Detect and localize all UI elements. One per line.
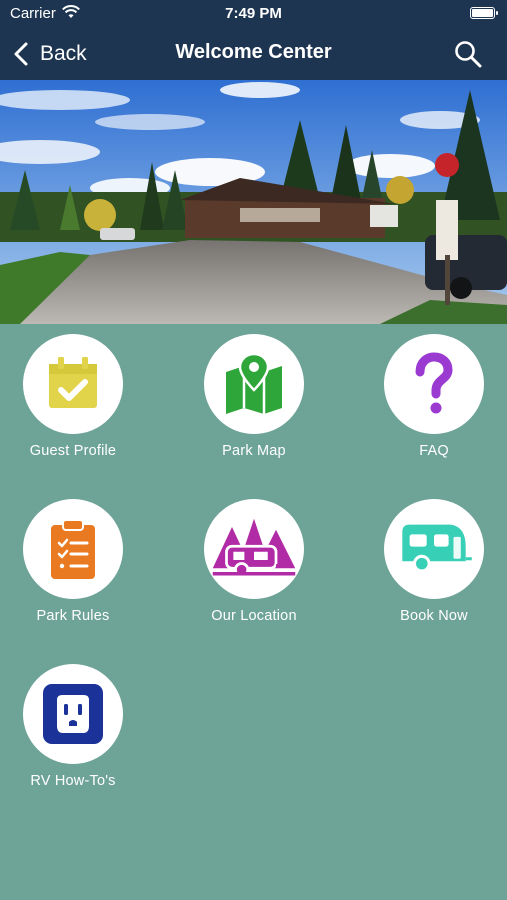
guest-profile-tile[interactable]: Guest Profile <box>0 334 153 459</box>
calendar-check-icon <box>49 357 97 408</box>
guest-profile-icon-circle <box>23 334 123 434</box>
book-now-icon-circle <box>384 499 484 599</box>
rv-how-tos-tile[interactable]: RV How-To's <box>0 664 153 789</box>
park-map-icon-circle <box>204 334 304 434</box>
our-location-label: Our Location <box>211 608 297 624</box>
battery-icon <box>470 7 498 19</box>
our-location-icon-circle <box>204 499 304 599</box>
park-map-tile[interactable]: Park Map <box>174 334 334 459</box>
clipboard-list-icon <box>51 519 95 579</box>
map-pin-icon <box>226 352 282 414</box>
chevron-left-icon <box>14 42 28 66</box>
rv-how-tos-icon-circle <box>23 664 123 764</box>
search-icon[interactable] <box>453 39 483 69</box>
navigation-bar: Back Welcome Center <box>0 28 507 80</box>
faq-tile[interactable]: FAQ <box>354 334 507 459</box>
question-mark-icon <box>415 352 453 414</box>
park-rules-label: Park Rules <box>36 608 110 624</box>
our-location-tile[interactable]: Our Location <box>174 499 334 624</box>
travel-trailer-icon <box>402 524 472 573</box>
book-now-tile[interactable]: Book Now <box>354 499 507 624</box>
park-map-label: Park Map <box>222 443 286 459</box>
camper-trees-icon <box>212 518 296 578</box>
faq-icon-circle <box>384 334 484 434</box>
park-rules-icon-circle <box>23 499 123 599</box>
back-button[interactable]: Back <box>12 39 87 69</box>
book-now-label: Book Now <box>400 608 468 624</box>
status-bar: Carrier 7:49 PM <box>0 0 507 28</box>
guest-profile-label: Guest Profile <box>29 443 117 459</box>
clock-time: 7:49 PM <box>225 5 282 22</box>
rv-how-tos-label: RV How-To's <box>30 773 116 789</box>
back-label: Back <box>40 42 87 65</box>
park-rules-tile[interactable]: Park Rules <box>0 499 153 624</box>
faq-label: FAQ <box>419 443 449 459</box>
power-outlet-icon <box>43 684 103 744</box>
welcome-center-photo <box>0 80 507 324</box>
